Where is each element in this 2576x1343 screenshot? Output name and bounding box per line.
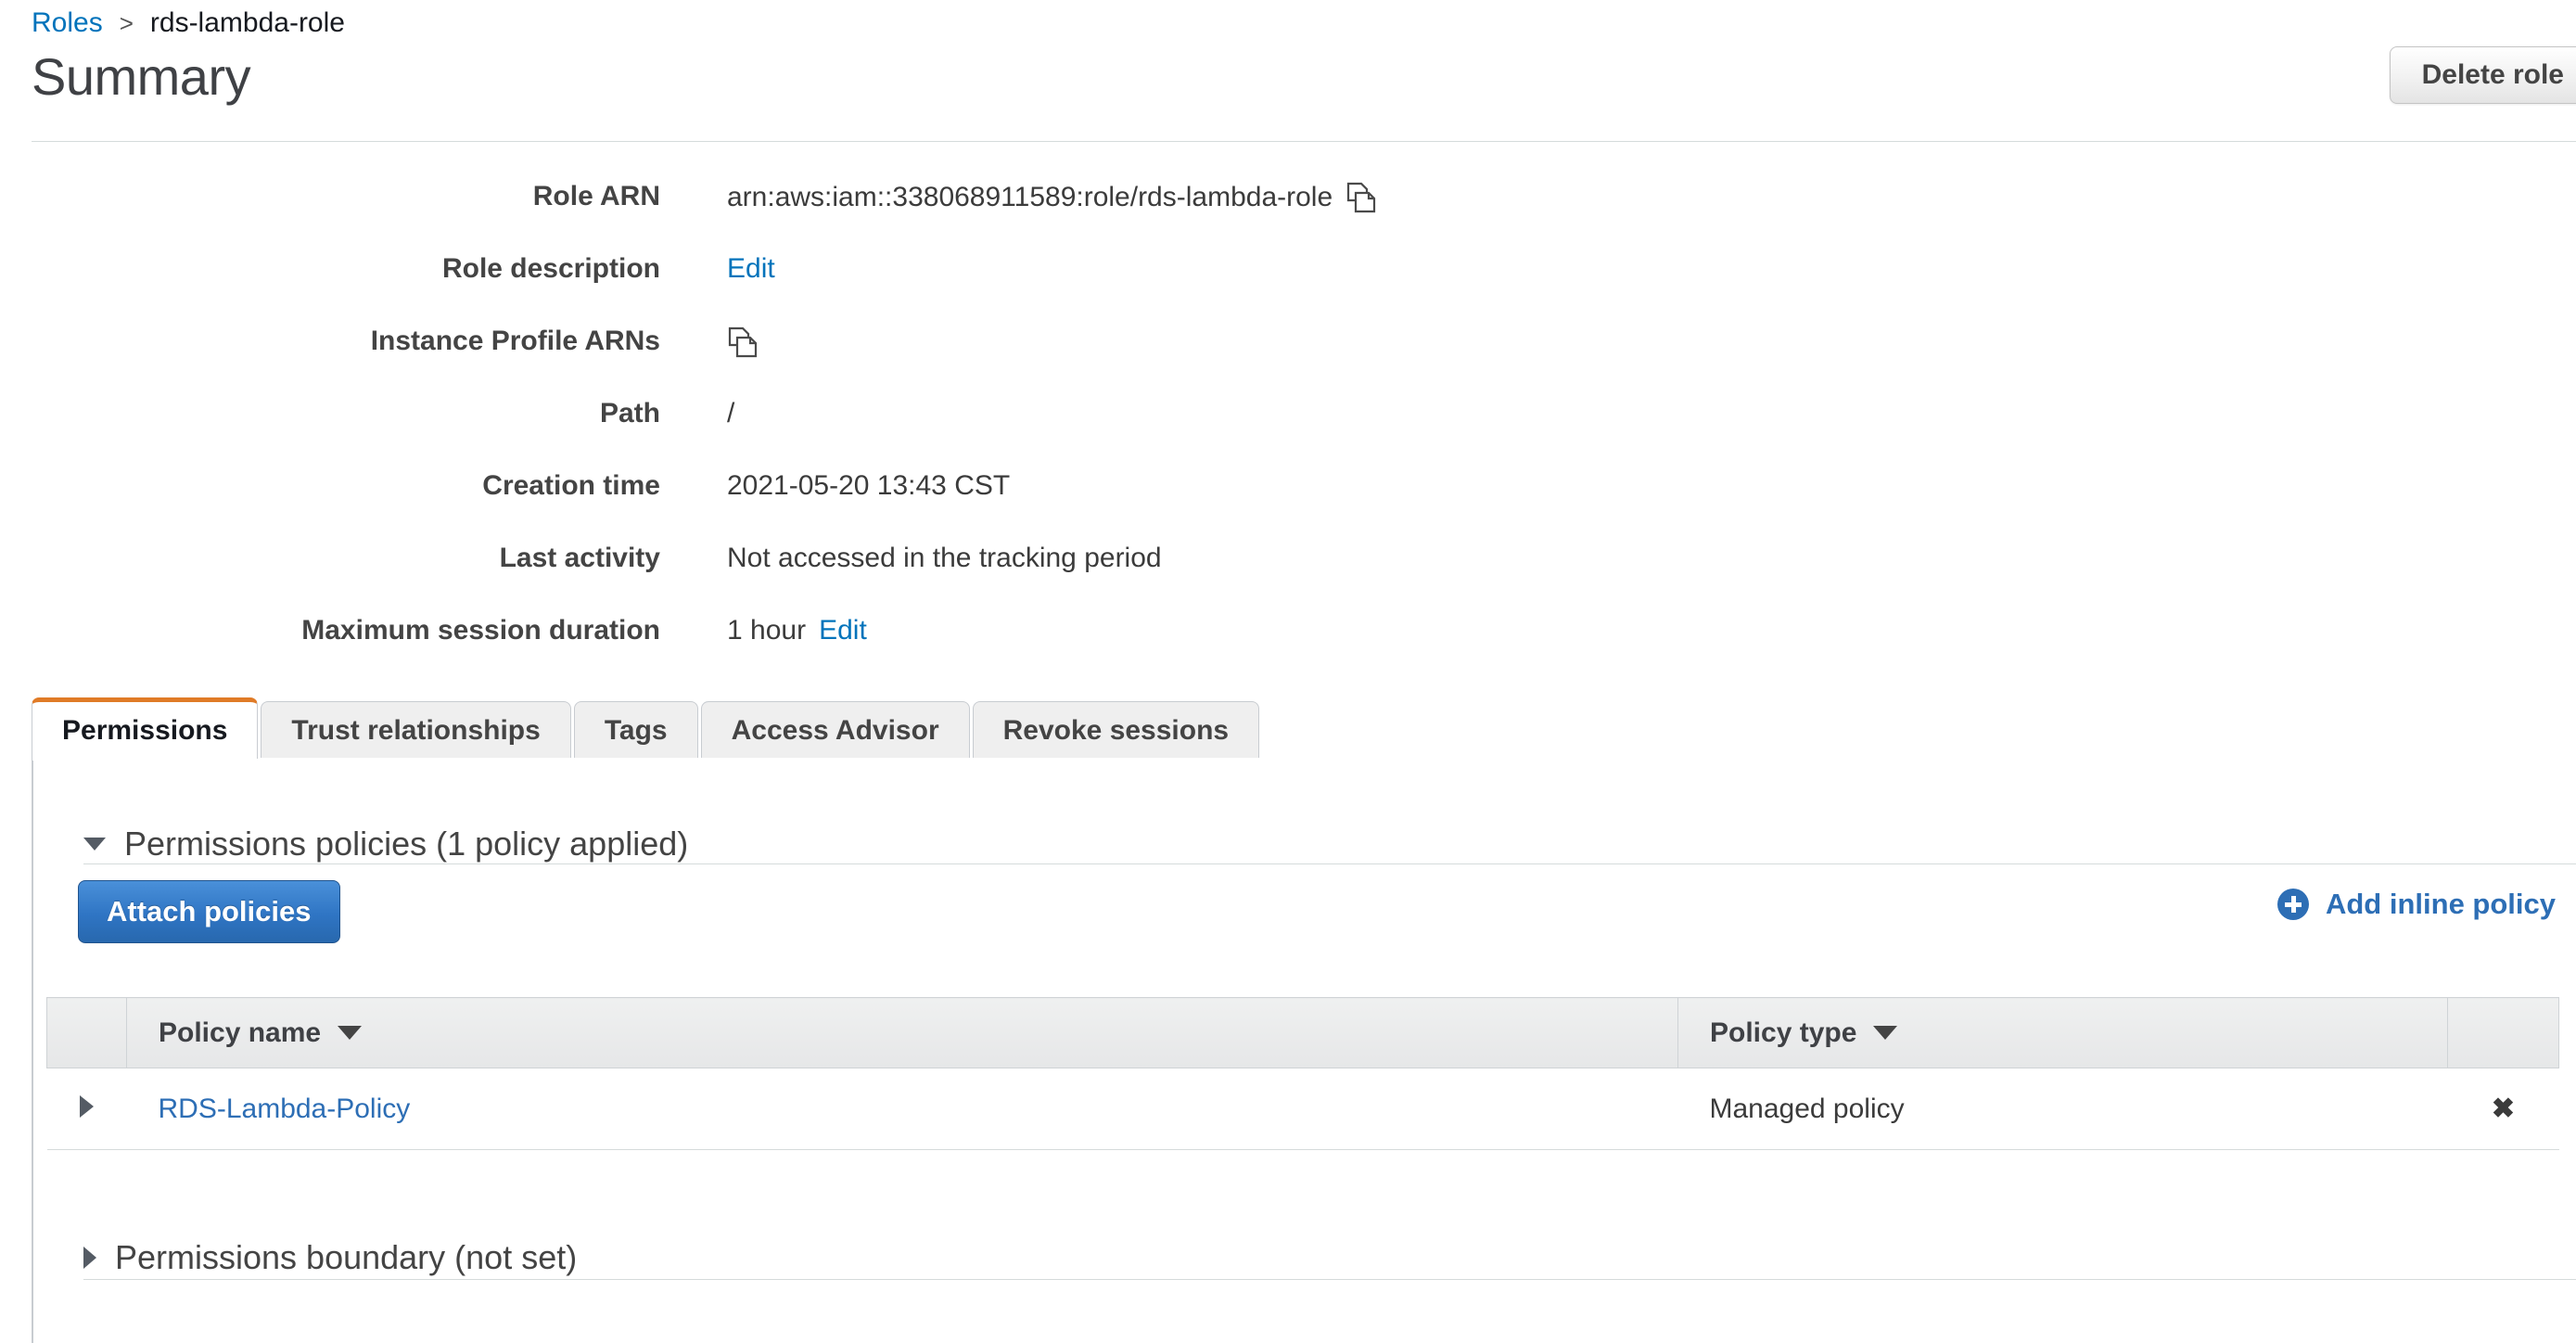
label-instance-profile-arns: Instance Profile ARNs: [0, 326, 660, 357]
plus-circle-icon: [2277, 889, 2309, 920]
value-max-session-duration: 1 hour: [727, 615, 806, 646]
permissions-tab-panel: Permissions policies (1 policy applied) …: [32, 758, 2576, 1343]
column-header-policy-name-label: Policy name: [159, 1017, 321, 1049]
breadcrumb-separator: >: [120, 9, 134, 38]
tab-tags[interactable]: Tags: [574, 701, 698, 759]
role-summary-fields: Role ARN arn:aws:iam::338068911589:role/…: [0, 181, 2576, 687]
summary-row-role-description: Role description Edit: [0, 253, 2576, 326]
summary-row-last-activity: Last activity Not accessed in the tracki…: [0, 543, 2576, 615]
chevron-down-icon[interactable]: [83, 838, 106, 851]
delete-role-button[interactable]: Delete role: [2390, 46, 2576, 104]
attach-policies-button[interactable]: Attach policies: [78, 880, 340, 943]
table-header-row: Policy name Policy type: [47, 998, 2559, 1068]
policy-name-link[interactable]: RDS-Lambda-Policy: [159, 1094, 411, 1124]
edit-role-description-link[interactable]: Edit: [727, 253, 775, 285]
cell-policy-name: RDS-Lambda-Policy: [127, 1068, 1678, 1150]
copy-icon[interactable]: [1345, 181, 1377, 214]
cell-policy-type: Managed policy: [1678, 1068, 2448, 1150]
permissions-policies-section-header[interactable]: Permissions policies (1 policy applied): [83, 825, 2559, 863]
summary-row-creation-time: Creation time 2021-05-20 13:43 CST: [0, 470, 2576, 543]
add-inline-policy-link[interactable]: Add inline policy: [2277, 888, 2556, 921]
label-creation-time: Creation time: [0, 470, 660, 502]
label-last-activity: Last activity: [0, 543, 660, 574]
tab-permissions[interactable]: Permissions: [32, 697, 258, 759]
permissions-boundary-title: Permissions boundary (not set): [115, 1238, 577, 1277]
copy-icon[interactable]: [727, 326, 759, 359]
column-header-policy-name[interactable]: Policy name: [127, 998, 1678, 1068]
value-path: /: [727, 398, 734, 429]
summary-row-path: Path /: [0, 398, 2576, 470]
summary-row-role-arn: Role ARN arn:aws:iam::338068911589:role/…: [0, 181, 2576, 253]
value-instance-profile-arns-group: [727, 326, 759, 359]
value-role-description-group: Edit: [727, 253, 775, 285]
breadcrumb-current-role: rds-lambda-role: [150, 7, 345, 39]
value-last-activity: Not accessed in the tracking period: [727, 543, 1162, 574]
edit-max-session-duration-link[interactable]: Edit: [819, 615, 867, 646]
header-divider: [32, 141, 2576, 142]
caret-right-icon[interactable]: [83, 1247, 96, 1269]
row-expand-cell[interactable]: [47, 1068, 127, 1150]
label-role-arn: Role ARN: [0, 181, 660, 212]
chevron-down-icon[interactable]: [338, 1026, 362, 1040]
permissions-boundary-divider: [83, 1279, 2576, 1280]
table-row: RDS-Lambda-Policy Managed policy ✖: [47, 1068, 2559, 1150]
label-role-description: Role description: [0, 253, 660, 285]
caret-right-icon[interactable]: [80, 1095, 94, 1118]
remove-policy-button[interactable]: ✖: [2448, 1068, 2559, 1150]
tab-bar: Permissions Trust relationships Tags Acc…: [32, 697, 2576, 759]
value-max-session-duration-group: 1 hour Edit: [727, 615, 867, 646]
tab-trust-relationships[interactable]: Trust relationships: [261, 701, 570, 759]
policies-table-header: Policy name Policy type: [47, 998, 2559, 1068]
breadcrumb: Roles > rds-lambda-role: [32, 7, 345, 39]
policies-table: Policy name Policy type: [46, 997, 2559, 1150]
column-header-select[interactable]: [47, 998, 127, 1068]
breadcrumb-link-roles[interactable]: Roles: [32, 7, 103, 39]
value-role-arn-group: arn:aws:iam::338068911589:role/rds-lambd…: [727, 181, 1377, 214]
label-path: Path: [0, 398, 660, 429]
tab-access-advisor[interactable]: Access Advisor: [701, 701, 970, 759]
add-inline-policy-label: Add inline policy: [2326, 888, 2556, 921]
label-max-session-duration: Maximum session duration: [0, 615, 660, 646]
summary-row-instance-profile-arns: Instance Profile ARNs: [0, 326, 2576, 398]
value-creation-time: 2021-05-20 13:43 CST: [727, 470, 1010, 502]
column-header-policy-type[interactable]: Policy type: [1678, 998, 2448, 1068]
permissions-section-divider: [83, 863, 2576, 864]
permissions-boundary-section-header[interactable]: Permissions boundary (not set): [83, 1238, 577, 1277]
value-role-arn: arn:aws:iam::338068911589:role/rds-lambd…: [727, 182, 1333, 213]
chevron-down-icon[interactable]: [1873, 1026, 1897, 1040]
permissions-policies-title: Permissions policies (1 policy applied): [124, 825, 688, 863]
summary-row-max-session-duration: Maximum session duration 1 hour Edit: [0, 615, 2576, 687]
page-title: Summary: [32, 46, 250, 107]
tab-revoke-sessions[interactable]: Revoke sessions: [973, 701, 1259, 759]
column-header-actions: [2448, 998, 2559, 1068]
tab-list: Permissions Trust relationships Tags Acc…: [32, 697, 1259, 759]
column-header-policy-type-label: Policy type: [1710, 1017, 1856, 1049]
policies-table-body: RDS-Lambda-Policy Managed policy ✖: [47, 1068, 2559, 1150]
